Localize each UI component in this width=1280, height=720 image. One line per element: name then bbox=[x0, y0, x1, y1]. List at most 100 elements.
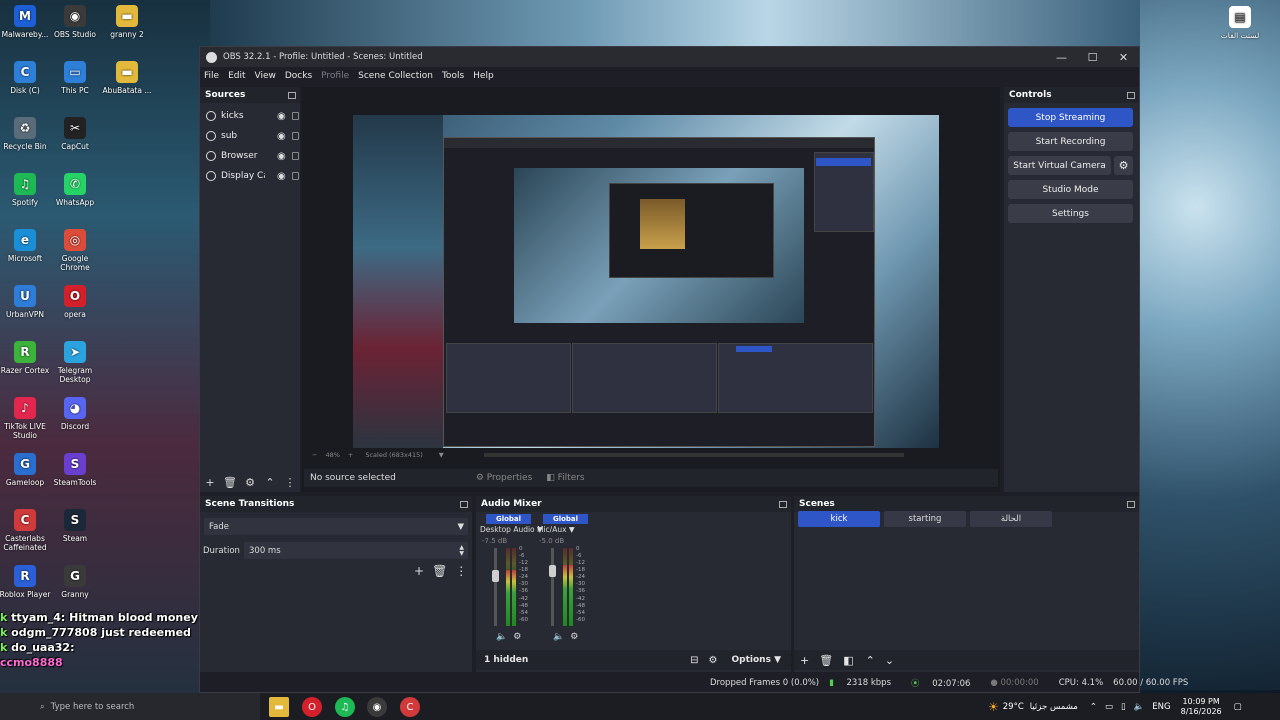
scene-item[interactable]: الحالة bbox=[970, 511, 1052, 527]
mute-icon[interactable]: 🔈 bbox=[553, 632, 564, 642]
remove-scene-icon[interactable]: 🗑 bbox=[819, 654, 833, 667]
desktop-icon[interactable]: ♻ Recycle Bin bbox=[0, 117, 52, 151]
network-icon[interactable]: ▭ bbox=[1105, 702, 1113, 712]
settings-button[interactable]: Settings bbox=[1008, 204, 1133, 223]
language-indicator[interactable]: ENG bbox=[1152, 702, 1170, 712]
desktop-icon[interactable]: ◕ Discord bbox=[48, 397, 102, 431]
desktop-icon[interactable]: G Gameloop bbox=[0, 453, 52, 487]
volume-icon[interactable]: 🔈 bbox=[1134, 702, 1145, 712]
visibility-icon[interactable]: ◉ bbox=[277, 151, 286, 162]
mixer-settings-icon[interactable]: ⚙ bbox=[709, 655, 718, 666]
menu-item[interactable]: Docks bbox=[285, 71, 312, 81]
desktop-icon[interactable]: U UrbanVPN bbox=[0, 285, 52, 319]
spinner-icon[interactable]: ▲ ▼ bbox=[459, 544, 464, 557]
desktop-icon[interactable]: S Steam bbox=[48, 509, 102, 543]
lock-icon[interactable] bbox=[291, 172, 299, 180]
menu-item[interactable]: Edit bbox=[228, 71, 245, 81]
maximize-button[interactable]: ☐ bbox=[1077, 51, 1108, 64]
channel-name[interactable]: Desktop Audio ▼ bbox=[480, 525, 543, 534]
casterlabs-icon[interactable]: C bbox=[400, 697, 420, 717]
visibility-icon[interactable]: ◉ bbox=[277, 171, 286, 182]
start-virtual-camera-button[interactable]: Start Virtual Camera bbox=[1008, 156, 1111, 175]
desktop-icon[interactable]: S SteamTools bbox=[48, 453, 102, 487]
undock-icon[interactable] bbox=[1127, 91, 1135, 99]
zoom-out-icon[interactable]: − bbox=[312, 451, 317, 459]
volume-slider-knob[interactable] bbox=[549, 565, 556, 578]
desktop-icon-file[interactable]: ▤ لستت الفات bbox=[1213, 6, 1267, 40]
channel-settings-icon[interactable]: ⚙ bbox=[513, 632, 521, 642]
battery-icon[interactable]: ▯ bbox=[1121, 702, 1126, 712]
scene-filters-icon[interactable]: ◧ bbox=[843, 654, 853, 667]
close-button[interactable]: ✕ bbox=[1108, 51, 1139, 64]
lock-icon[interactable] bbox=[291, 132, 299, 140]
spotify-icon[interactable]: ♫ bbox=[335, 697, 355, 717]
chevron-up-icon[interactable]: ⌃ bbox=[1090, 702, 1097, 712]
preview-canvas[interactable] bbox=[353, 115, 939, 448]
clock[interactable]: 10:09 PM 8/16/2026 bbox=[1181, 697, 1222, 717]
mixer-layout-icon[interactable]: ⊟ bbox=[690, 655, 698, 666]
desktop-icon[interactable]: ✂ CapCut bbox=[48, 117, 102, 151]
menu-item[interactable]: Help bbox=[473, 71, 494, 81]
volume-slider[interactable] bbox=[551, 548, 554, 626]
undock-icon[interactable] bbox=[1127, 500, 1135, 508]
desktop-icon[interactable]: ▬ AbuBatata ... bbox=[100, 61, 154, 95]
menu-item[interactable]: Scene Collection bbox=[358, 71, 433, 81]
channel-settings-icon[interactable]: ⚙ bbox=[570, 632, 578, 642]
properties-button[interactable]: ⚙ Properties bbox=[476, 473, 532, 483]
weather-temp[interactable]: 29°C bbox=[1003, 702, 1024, 712]
desktop-icon[interactable]: ◉ OBS Studio bbox=[48, 5, 102, 39]
menu-item[interactable]: Tools bbox=[442, 71, 464, 81]
source-item[interactable]: Browser ◉ bbox=[200, 146, 300, 166]
undock-icon[interactable] bbox=[288, 91, 296, 99]
taskbar-search[interactable]: ⌕ Type here to search bbox=[0, 693, 260, 720]
add-transition-icon[interactable]: + bbox=[414, 564, 424, 578]
more-icon[interactable]: ⋮ bbox=[280, 476, 300, 489]
desktop-icon[interactable]: ▬ granny 2 bbox=[100, 5, 154, 39]
transition-select[interactable]: Fade ▼ bbox=[204, 518, 468, 535]
scene-item[interactable]: starting bbox=[884, 511, 966, 527]
move-up-icon[interactable]: ⌃ bbox=[260, 476, 280, 489]
virtual-camera-settings-icon[interactable]: ⚙ bbox=[1114, 156, 1133, 175]
opera-icon[interactable]: O bbox=[302, 697, 322, 717]
desktop-icon[interactable]: ◎ Google Chrome bbox=[48, 229, 102, 272]
desktop-icon[interactable]: ♪ TikTok LIVE Studio bbox=[0, 397, 52, 440]
volume-slider-knob[interactable] bbox=[492, 569, 499, 582]
start-recording-button[interactable]: Start Recording bbox=[1008, 132, 1133, 151]
source-item[interactable]: sub ◉ bbox=[200, 126, 300, 146]
channel-name[interactable]: Mic/Aux ▼ bbox=[537, 525, 575, 534]
undock-icon[interactable] bbox=[779, 500, 787, 508]
scale-dropdown-icon[interactable]: ▼ bbox=[439, 451, 444, 459]
transition-more-icon[interactable]: ⋮ bbox=[455, 564, 467, 578]
lock-icon[interactable] bbox=[291, 112, 299, 120]
mute-icon[interactable]: 🔈 bbox=[496, 632, 507, 642]
preview-scrollbar[interactable] bbox=[483, 453, 904, 457]
weather-text[interactable]: مشمس جزئيا bbox=[1030, 702, 1078, 712]
desktop-icon[interactable]: ▭ This PC bbox=[48, 61, 102, 95]
volume-slider[interactable] bbox=[494, 548, 497, 626]
minimize-button[interactable]: — bbox=[1046, 51, 1077, 64]
move-scene-down-icon[interactable]: ⌄ bbox=[885, 654, 894, 667]
desktop-icon[interactable]: ✆ WhatsApp bbox=[48, 173, 102, 207]
desktop-icon[interactable]: C Casterlabs Caffeinated bbox=[0, 509, 52, 552]
notifications-icon[interactable]: ▢ bbox=[1234, 702, 1242, 712]
desktop-icon[interactable]: R Roblox Player bbox=[0, 565, 52, 599]
source-item[interactable]: Display Ca ◉ bbox=[200, 166, 300, 186]
desktop-icon[interactable]: ➤ Telegram Desktop bbox=[48, 341, 102, 384]
desktop-icon[interactable]: ♫ Spotify bbox=[0, 173, 52, 207]
menu-item[interactable]: File bbox=[204, 71, 219, 81]
source-properties-icon[interactable]: ⚙ bbox=[240, 476, 260, 489]
desktop-icon[interactable]: R Razer Cortex bbox=[0, 341, 52, 375]
studio-mode-button[interactable]: Studio Mode bbox=[1008, 180, 1133, 199]
add-source-icon[interactable]: + bbox=[200, 476, 220, 489]
mixer-options-button[interactable]: Options ▼ bbox=[732, 655, 782, 665]
menu-item[interactable]: View bbox=[255, 71, 276, 81]
desktop-icon[interactable]: M Malwareby... bbox=[0, 5, 52, 39]
add-scene-icon[interactable]: + bbox=[800, 654, 809, 667]
move-scene-up-icon[interactable]: ⌃ bbox=[866, 654, 875, 667]
desktop-icon[interactable]: e Microsoft bbox=[0, 229, 52, 263]
remove-transition-icon[interactable]: 🗑 bbox=[432, 564, 447, 578]
source-item[interactable]: kicks ◉ bbox=[200, 106, 300, 126]
obs-titlebar[interactable]: OBS 32.2.1 - Profile: Untitled - Scenes:… bbox=[200, 47, 1139, 67]
stop-streaming-button[interactable]: Stop Streaming bbox=[1008, 108, 1133, 127]
obs-taskbar-icon[interactable]: ◉ bbox=[367, 697, 387, 717]
